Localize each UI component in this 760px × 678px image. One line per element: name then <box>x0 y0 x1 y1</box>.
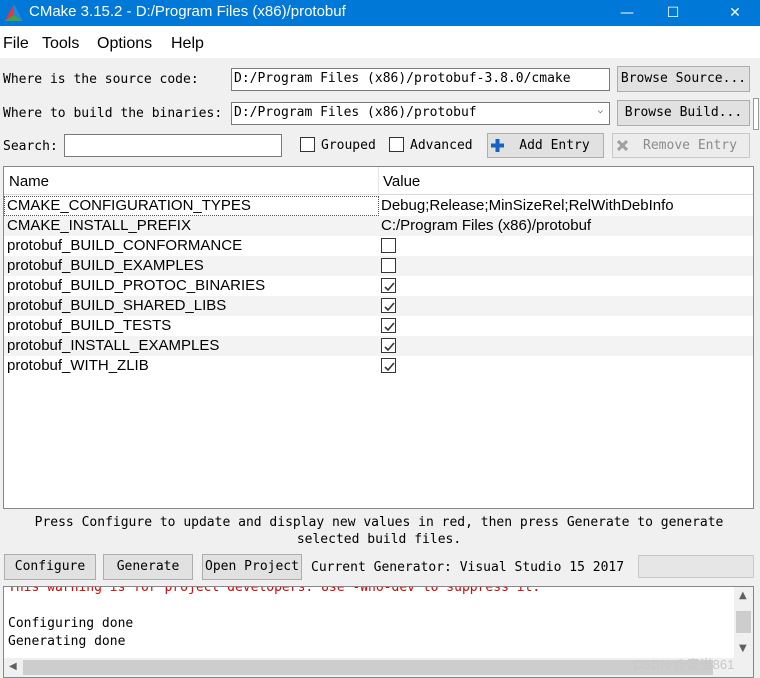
checkmark-icon <box>384 362 395 372</box>
progress-bar <box>638 555 754 578</box>
search-input[interactable] <box>64 134 282 157</box>
row-value[interactable]: C:/Program Files (x86)/protobuf <box>381 217 591 234</box>
grouped-checkbox[interactable] <box>300 137 315 152</box>
row-checkbox[interactable] <box>381 258 396 273</box>
add-entry-label: Add Entry <box>519 138 590 153</box>
configure-button[interactable]: Configure <box>4 554 96 580</box>
open-project-button[interactable]: Open Project <box>202 554 302 580</box>
row-checkbox[interactable] <box>381 298 396 313</box>
column-divider[interactable] <box>378 167 379 195</box>
column-header-name[interactable]: Name <box>9 173 49 190</box>
table-row[interactable]: protobuf_WITH_ZLIB <box>4 356 753 376</box>
remove-entry-button[interactable]: Remove Entry <box>612 133 750 158</box>
row-name: protobuf_WITH_ZLIB <box>7 357 149 374</box>
source-label: Where is the source code: <box>3 72 199 87</box>
column-header-value[interactable]: Value <box>383 173 420 190</box>
menu-bar: File Tools Options Help <box>0 26 760 58</box>
grouped-label: Grouped <box>321 138 376 153</box>
table-row[interactable]: CMAKE_CONFIGURATION_TYPES Debug;Release;… <box>4 196 753 216</box>
advanced-checkbox[interactable] <box>389 137 404 152</box>
remove-icon <box>617 140 628 151</box>
log-line: This warning is for project developers. … <box>8 586 541 595</box>
browse-source-button[interactable]: Browse Source... <box>617 66 750 92</box>
table-row[interactable]: protobuf_BUILD_CONFORMANCE <box>4 236 753 256</box>
row-name: protobuf_BUILD_EXAMPLES <box>7 257 204 274</box>
scrollbar-thumb[interactable] <box>23 660 713 675</box>
cmake-logo-icon <box>5 4 23 21</box>
table-row[interactable]: protobuf_BUILD_PROTOC_BINARIES <box>4 276 753 296</box>
source-path-input[interactable]: D:/Program Files (x86)/protobuf-3.8.0/cm… <box>231 68 610 91</box>
log-line: Generating done <box>8 634 126 649</box>
row-name: CMAKE_CONFIGURATION_TYPES <box>7 197 251 214</box>
build-label: Where to build the binaries: <box>3 106 223 121</box>
log-line: Configuring done <box>8 616 134 631</box>
checkmark-icon <box>384 322 395 332</box>
chevron-down-icon[interactable]: ⌵ <box>598 106 603 116</box>
scroll-down-icon[interactable]: ▼ <box>739 643 747 654</box>
row-value[interactable]: Debug;Release;MinSizeRel;RelWithDebInfo <box>381 197 674 214</box>
vertical-scrollbar[interactable]: ▲ ▼ <box>734 587 753 659</box>
current-generator: Current Generator: Visual Studio 15 2017 <box>311 560 625 575</box>
row-checkbox[interactable] <box>381 238 396 253</box>
build-path-combo[interactable]: D:/Program Files (x86)/protobuf ⌵ <box>231 102 610 125</box>
row-checkbox[interactable] <box>381 338 396 353</box>
advanced-label: Advanced <box>410 138 473 153</box>
menu-tools[interactable]: Tools <box>42 35 79 53</box>
checkmark-icon <box>384 342 395 352</box>
checkmark-icon <box>384 302 395 312</box>
table-row[interactable]: CMAKE_INSTALL_PREFIX C:/Program Files (x… <box>4 216 753 236</box>
row-name: protobuf_BUILD_SHARED_LIBS <box>7 297 227 314</box>
close-button[interactable]: ✕ <box>712 0 758 26</box>
menu-file[interactable]: File <box>3 35 29 53</box>
watermark: CSDN @麦当861 <box>633 657 735 672</box>
table-row[interactable]: protobuf_BUILD_EXAMPLES <box>4 256 753 276</box>
row-name: protobuf_INSTALL_EXAMPLES <box>7 337 220 354</box>
table-header: Name Value <box>4 167 753 195</box>
scroll-up-icon[interactable]: ▲ <box>739 590 747 601</box>
menu-help[interactable]: Help <box>171 35 204 53</box>
menu-options[interactable]: Options <box>97 35 152 53</box>
table-row[interactable]: protobuf_BUILD_SHARED_LIBS <box>4 296 753 316</box>
checkmark-icon <box>384 282 395 292</box>
hint-line-1: Press Configure to update and display ne… <box>34 515 724 530</box>
title-bar: CMake 3.15.2 - D:/Program Files (x86)/pr… <box>0 0 760 26</box>
row-name: protobuf_BUILD_CONFORMANCE <box>7 237 243 254</box>
table-row[interactable]: protobuf_BUILD_TESTS <box>4 316 753 336</box>
add-entry-button[interactable]: Add Entry <box>487 133 604 158</box>
minimize-button[interactable]: — <box>604 0 650 26</box>
scroll-left-icon[interactable]: ◀ <box>9 661 17 672</box>
plus-icon <box>491 139 504 152</box>
search-label: Search: <box>3 139 58 154</box>
build-path-value: D:/Program Files (x86)/protobuf <box>234 105 477 120</box>
maximize-button[interactable]: ☐ <box>650 0 696 26</box>
window-edge <box>753 98 759 130</box>
remove-entry-label: Remove Entry <box>643 138 737 153</box>
row-name: CMAKE_INSTALL_PREFIX <box>7 217 191 234</box>
hint-line-2: selected build files. <box>296 532 462 547</box>
row-checkbox[interactable] <box>381 278 396 293</box>
cache-table[interactable]: Name Value CMAKE_CONFIGURATION_TYPES Deb… <box>3 166 754 509</box>
window-title: CMake 3.15.2 - D:/Program Files (x86)/pr… <box>29 3 346 20</box>
browse-build-button[interactable]: Browse Build... <box>617 100 750 126</box>
configure-hint: Press Configure to update and display ne… <box>4 514 754 548</box>
row-checkbox[interactable] <box>381 318 396 333</box>
generate-button[interactable]: Generate <box>103 554 193 580</box>
row-checkbox[interactable] <box>381 358 396 373</box>
table-row[interactable]: protobuf_INSTALL_EXAMPLES <box>4 336 753 356</box>
scrollbar-thumb[interactable] <box>736 611 751 633</box>
row-name: protobuf_BUILD_TESTS <box>7 317 172 334</box>
row-name: protobuf_BUILD_PROTOC_BINARIES <box>7 277 266 294</box>
